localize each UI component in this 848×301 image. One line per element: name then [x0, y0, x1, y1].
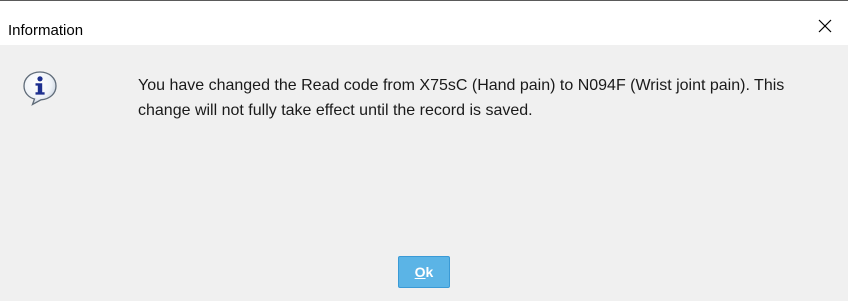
dialog-body: You have changed the Read code from X75s…	[0, 45, 848, 301]
information-dialog: Information You have changed the Read co…	[0, 0, 848, 301]
ok-mnemonic: O	[414, 264, 426, 280]
title-bar: Information	[0, 1, 848, 45]
ok-label-rest: k	[425, 264, 434, 280]
message-text: You have changed the Read code from X75s…	[138, 77, 785, 119]
dialog-title: Information	[8, 22, 84, 39]
ok-button[interactable]: Ok	[398, 256, 450, 288]
ok-button-label: Ok	[415, 264, 434, 280]
info-icon	[23, 71, 57, 106]
close-button[interactable]	[802, 10, 848, 42]
close-icon	[818, 19, 832, 33]
